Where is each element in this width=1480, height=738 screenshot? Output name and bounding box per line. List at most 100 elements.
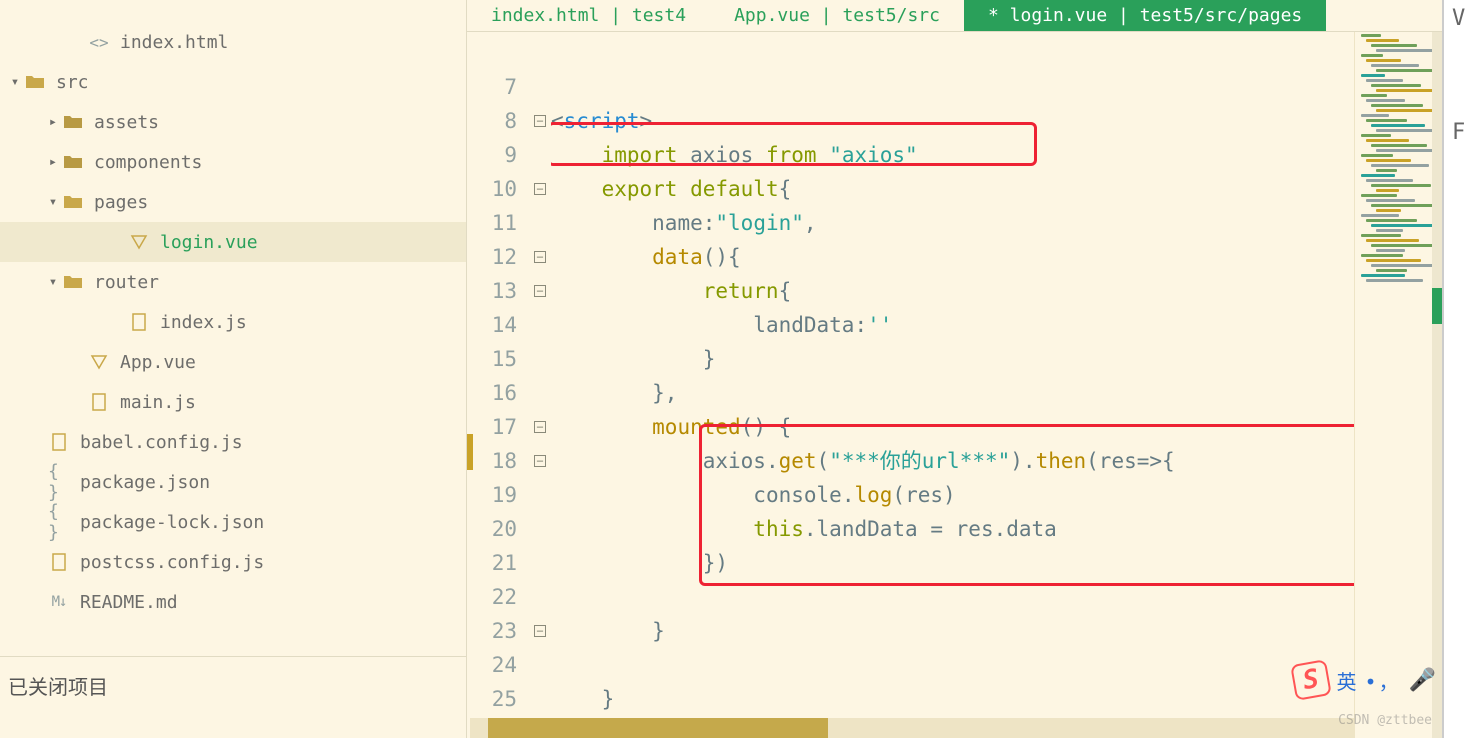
code-line-20[interactable]: this.landData = res.data [551, 512, 1442, 546]
code-editor[interactable]: 78910111213141516171819202122232425 −−−−… [467, 32, 1442, 738]
line-number: 9 [467, 138, 517, 172]
minimap-line [1361, 154, 1393, 157]
tree-item-package-json[interactable]: { }package.json [0, 462, 466, 502]
line-number: 7 [467, 70, 517, 104]
fold-toggle [529, 512, 551, 546]
tree-item-label: router [94, 272, 466, 293]
minimap-line [1366, 79, 1403, 82]
line-number: 8 [467, 104, 517, 138]
tree-item-README-md[interactable]: M↓README.md [0, 582, 466, 622]
code-line-21[interactable]: }) [551, 546, 1442, 580]
js-icon [48, 553, 70, 571]
code-line-8[interactable]: <script> [551, 104, 1442, 138]
tree-item-index-html[interactable]: <>index.html [0, 22, 466, 62]
tree-item-postcss-config-js[interactable]: postcss.config.js [0, 542, 466, 582]
twisty-icon[interactable]: ▾ [44, 274, 62, 290]
twisty-icon[interactable]: ▸ [44, 114, 62, 130]
code-line-15[interactable]: } [551, 342, 1442, 376]
ime-indicator[interactable]: S 英 •， 🎤 [1293, 662, 1436, 698]
folder-icon [62, 194, 84, 210]
tree-item-label: package.json [80, 472, 466, 493]
fold-toggle[interactable]: − [529, 410, 551, 444]
twisty-icon[interactable]: ▾ [6, 74, 24, 90]
code-line-14[interactable]: landData:'' [551, 308, 1442, 342]
code-line-17[interactable]: mounted() { [551, 410, 1442, 444]
twisty-icon[interactable]: ▸ [44, 154, 62, 170]
tree-item-label: login.vue [160, 232, 466, 253]
json-icon: { } [48, 501, 70, 543]
tree-item-App-vue[interactable]: App.vue [0, 342, 466, 382]
line-number: 17 [467, 410, 517, 444]
ime-language-label[interactable]: 英 [1337, 666, 1357, 695]
code-line-7[interactable] [551, 70, 1442, 104]
minimap-line [1371, 244, 1437, 247]
fold-toggle[interactable]: − [529, 444, 551, 478]
code-line-10[interactable]: export default{ [551, 172, 1442, 206]
ime-punct-icon: •， [1365, 666, 1401, 695]
tree-item-router[interactable]: ▾ router [0, 262, 466, 302]
minimap-line [1361, 54, 1383, 57]
folderf-icon [62, 114, 84, 130]
editor-tab[interactable]: * login.vue | test5/src/pages [964, 0, 1326, 31]
line-number: 25 [467, 682, 517, 716]
minimap-line [1361, 134, 1391, 137]
code-line-23[interactable]: } [551, 614, 1442, 648]
tree-item-pages[interactable]: ▾pages [0, 182, 466, 222]
code-line-12[interactable]: data(){ [551, 240, 1442, 274]
fold-toggle[interactable]: − [529, 172, 551, 206]
minimap-scrollbar-track[interactable] [1432, 32, 1442, 738]
minimap-line [1366, 259, 1421, 262]
right-rail-char-w: V [1452, 6, 1465, 31]
fold-toggle [529, 648, 551, 682]
minimap-line [1366, 99, 1405, 102]
minimap-scrollbar-thumb[interactable] [1432, 288, 1442, 324]
fold-column[interactable]: −−−−−−− [529, 32, 551, 738]
fold-toggle[interactable]: − [529, 274, 551, 308]
tree-item-package-lock-json[interactable]: { }package-lock.json [0, 502, 466, 542]
twisty-icon[interactable]: ▾ [44, 194, 62, 210]
md-icon: M↓ [48, 594, 70, 610]
fold-toggle[interactable]: − [529, 240, 551, 274]
minimap-line [1371, 204, 1433, 207]
tree-item-login-vue[interactable]: login.vue [0, 222, 466, 262]
folderf-icon [62, 154, 84, 170]
code-line-13[interactable]: return{ [551, 274, 1442, 308]
tree-item-src[interactable]: ▾src [0, 62, 466, 102]
closed-projects-section[interactable]: 已关闭项目 [0, 656, 466, 714]
tree-item-label: components [94, 152, 466, 173]
tree-item-assets[interactable]: ▸assets [0, 102, 466, 142]
line-number: 18 [467, 444, 517, 478]
tree-item-components[interactable]: ▸ components [0, 142, 466, 182]
code-area[interactable]: <script> import axios from "axios" expor… [551, 32, 1442, 738]
vue-icon [128, 233, 150, 251]
line-number: 24 [467, 648, 517, 682]
minimap-line [1361, 34, 1381, 37]
fold-toggle[interactable]: − [529, 104, 551, 138]
code-line-16[interactable]: }, [551, 376, 1442, 410]
code-line-9[interactable]: import axios from "axios" [551, 138, 1442, 172]
hscroll-thumb[interactable] [488, 718, 828, 738]
minimap[interactable] [1354, 32, 1442, 738]
code-line-11[interactable]: name:"login", [551, 206, 1442, 240]
tree-item-babel-config-js[interactable]: babel.config.js [0, 422, 466, 462]
minimap-line [1371, 164, 1429, 167]
code-line-19[interactable]: console.log(res) [551, 478, 1442, 512]
code-line-22[interactable] [551, 580, 1442, 614]
tree-item-index-js[interactable]: index.js [0, 302, 466, 342]
editor-horizontal-scrollbar[interactable] [470, 718, 1354, 738]
editor-tab[interactable]: App.vue | test5/src [710, 0, 964, 31]
editor-tab[interactable]: index.html | test4 [467, 0, 710, 31]
line-number: 23 [467, 614, 517, 648]
minimap-line [1361, 114, 1389, 117]
tree-item-main-js[interactable]: main.js [0, 382, 466, 422]
minimap-line [1371, 144, 1427, 147]
minimap-line [1361, 274, 1405, 277]
minimap-line [1366, 39, 1399, 42]
ime-mic-icon[interactable]: 🎤 [1409, 668, 1436, 693]
fold-toggle[interactable]: − [529, 614, 551, 648]
fold-toggle [529, 580, 551, 614]
line-number: 14 [467, 308, 517, 342]
folder-icon [24, 74, 46, 90]
minimap-line [1376, 89, 1439, 92]
code-line-18[interactable]: axios.get("***你的url***").then(res=>{ [551, 444, 1442, 478]
